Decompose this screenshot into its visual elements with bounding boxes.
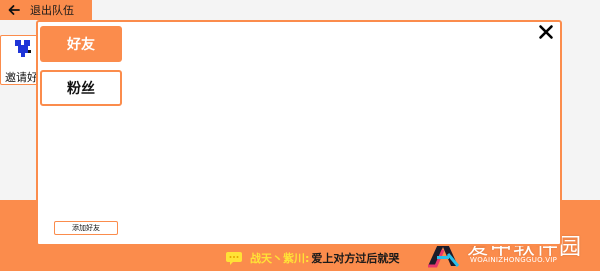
exit-team-label: 退出队伍: [30, 4, 74, 17]
chat-bubble-icon: [226, 251, 242, 265]
arrow-left-icon: [8, 5, 20, 15]
invite-friends-label: 邀请好: [5, 71, 38, 84]
tab-fans[interactable]: 粉丝: [40, 70, 122, 106]
ticker-username: 战天丶紫川:: [250, 252, 310, 265]
close-icon[interactable]: [538, 24, 554, 40]
ticker-message: 爱上对方过后就哭: [311, 252, 400, 265]
friends-modal: 好友 粉丝 添加好友: [36, 20, 562, 246]
tab-friends[interactable]: 好友: [40, 26, 122, 62]
add-friend-button[interactable]: 添加好友: [54, 221, 118, 235]
exit-team-button[interactable]: 退出队伍: [0, 0, 92, 20]
watermark-url: WOAINIZHONGGUO.VIP: [470, 256, 558, 264]
invite-friends-tile[interactable]: 邀请好: [0, 35, 40, 85]
invite-avatar-icon: [15, 40, 31, 57]
chat-ticker: 战天丶紫川: 爱上对方过后就哭: [226, 248, 399, 268]
